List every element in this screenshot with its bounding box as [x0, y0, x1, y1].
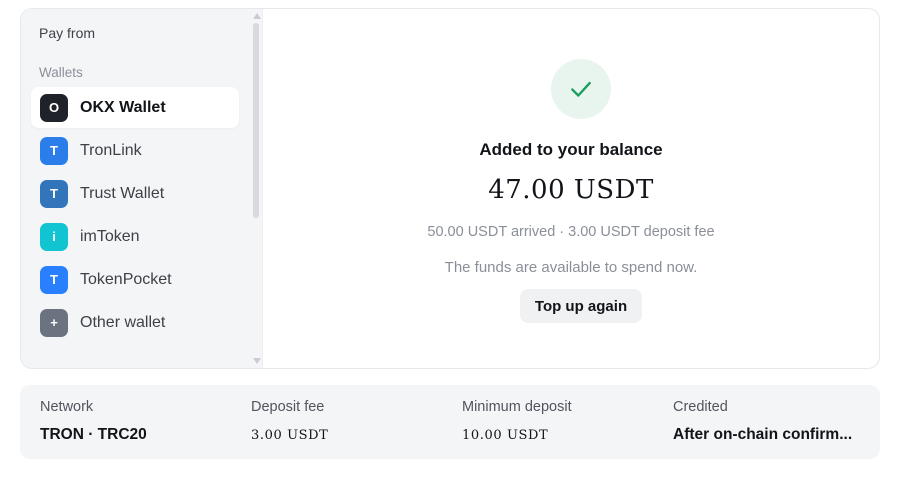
- imtoken-icon: i: [40, 222, 68, 251]
- availability-note: The funds are available to spend now.: [444, 259, 698, 276]
- wallets-section-label: Wallets: [39, 65, 83, 80]
- pay-from-sidebar: Pay from Wallets O OKX Wallet T TronLink…: [21, 9, 263, 368]
- okx-wallet-icon: O: [40, 93, 68, 122]
- wallet-name: Trust Wallet: [80, 184, 165, 202]
- payment-panel: Pay from Wallets O OKX Wallet T TronLink…: [20, 8, 880, 369]
- tronlink-icon: T: [40, 136, 68, 165]
- deposit-breakdown: 50.00 USDT arrived · 3.00 USDT deposit f…: [427, 224, 715, 240]
- wallet-name: imToken: [80, 227, 140, 245]
- wallet-list: O OKX Wallet T TronLink T Trust Wallet i…: [31, 87, 239, 345]
- deposit-status: Added to your balance 47.00 USDT 50.00 U…: [263, 9, 879, 368]
- wallet-item-tokenpocket[interactable]: T TokenPocket: [31, 259, 239, 300]
- summary-label: Network: [40, 399, 94, 415]
- credited-amount: 47.00 USDT: [488, 175, 654, 205]
- success-title: Added to your balance: [479, 140, 663, 159]
- sidebar-title: Pay from: [39, 25, 96, 41]
- tokenpocket-icon: T: [40, 265, 68, 294]
- scroll-up-arrow-icon[interactable]: [253, 13, 261, 19]
- wallet-item-trust-wallet[interactable]: T Trust Wallet: [31, 173, 239, 214]
- wallet-name: TronLink: [80, 141, 142, 159]
- summary-value: TRON · TRC20: [40, 426, 147, 443]
- wallet-name: Other wallet: [80, 313, 166, 331]
- trust-wallet-icon: T: [40, 179, 68, 208]
- wallet-item-okx[interactable]: O OKX Wallet: [31, 87, 239, 128]
- scroll-thumb[interactable]: [253, 23, 259, 218]
- summary-deposit-fee: Deposit fee 3.00 USDT: [251, 399, 451, 443]
- check-icon: [571, 81, 591, 97]
- wallet-item-tronlink[interactable]: T TronLink: [31, 130, 239, 171]
- summary-network: Network TRON · TRC20: [40, 399, 240, 444]
- sidebar-scrollbar[interactable]: [251, 9, 263, 368]
- deposit-summary: Network TRON · TRC20 Deposit fee 3.00 US…: [20, 385, 880, 459]
- summary-value: 3.00 USDT: [251, 428, 329, 443]
- scroll-down-arrow-icon[interactable]: [253, 358, 261, 364]
- top-up-again-button[interactable]: Top up again: [520, 289, 642, 323]
- summary-label: Credited: [673, 399, 728, 415]
- wallet-name: OKX Wallet: [80, 98, 166, 116]
- summary-minimum-deposit: Minimum deposit 10.00 USDT: [462, 399, 662, 443]
- summary-value: 10.00 USDT: [462, 428, 549, 443]
- summary-value: After on-chain confirm...: [673, 426, 853, 443]
- wallet-item-imtoken[interactable]: i imToken: [31, 216, 239, 257]
- wallet-name: TokenPocket: [80, 270, 172, 288]
- summary-credited: Credited After on-chain confirm...: [673, 399, 873, 444]
- plus-icon: +: [40, 308, 68, 337]
- summary-label: Minimum deposit: [462, 399, 572, 415]
- wallet-item-other[interactable]: + Other wallet: [31, 302, 239, 343]
- success-badge: [551, 59, 611, 119]
- summary-label: Deposit fee: [251, 399, 325, 415]
